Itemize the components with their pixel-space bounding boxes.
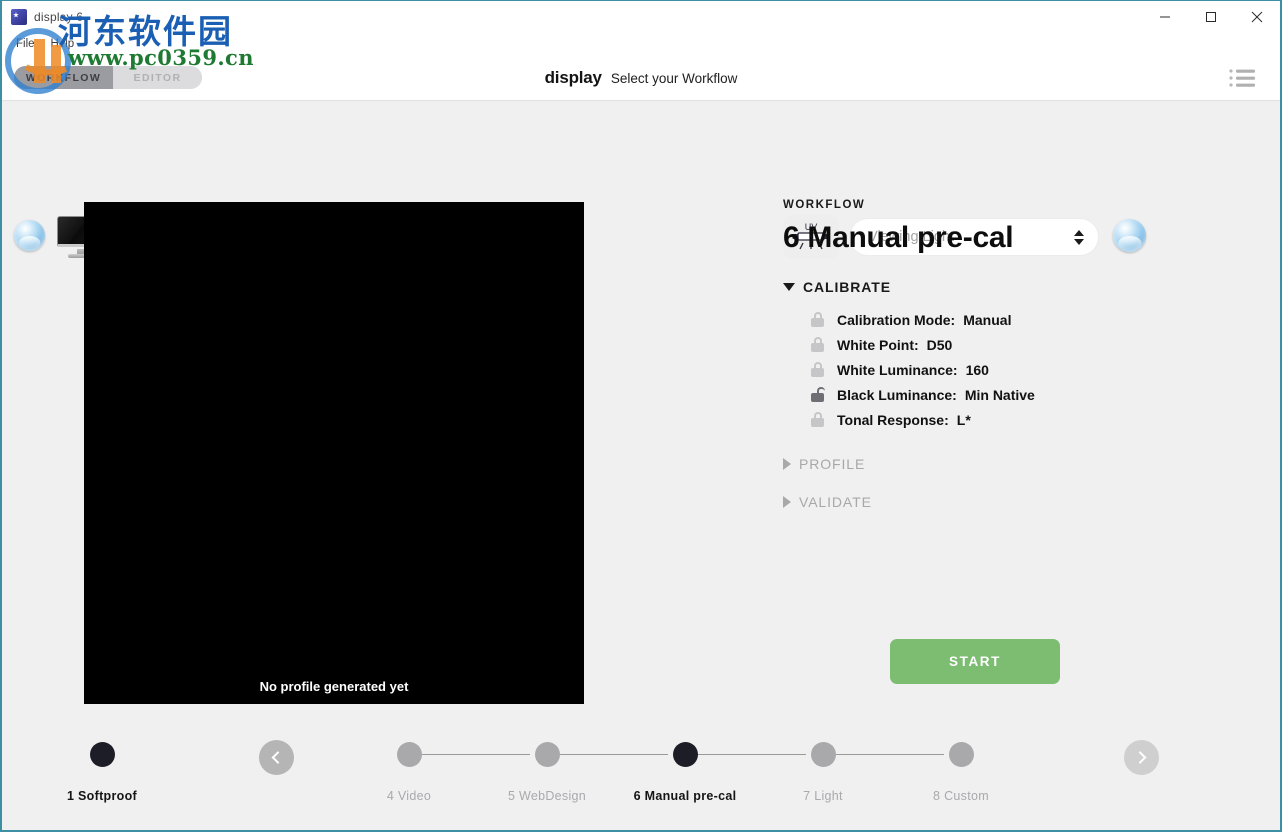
setting-text: White Point: D50 [837, 337, 952, 353]
step-dot [396, 742, 422, 767]
section-profile-label: PROFILE [799, 456, 866, 472]
section-calibrate[interactable]: CALIBRATE [783, 279, 1203, 295]
section-calibrate-label: CALIBRATE [803, 279, 891, 295]
section-validate-label: VALIDATE [799, 494, 872, 510]
maximize-button[interactable] [1188, 1, 1234, 33]
setting-text: Calibration Mode: Manual [837, 312, 1011, 328]
workflow-stepper: 1 Softproof 4 Video 5 WebDesign 6 Manual… [2, 720, 1280, 830]
step-dot [672, 742, 698, 767]
header-subtitle: Select your Workflow [610, 70, 738, 86]
setting-label: White Point: [837, 336, 919, 353]
setting-row[interactable]: White Point: D50 [811, 332, 1203, 357]
setting-value: Manual [963, 311, 1012, 328]
brand-name: display [544, 68, 602, 87]
step-dot [89, 742, 115, 767]
triangle-down-icon [783, 283, 795, 291]
setting-value: 160 [965, 361, 989, 378]
lock-closed-icon[interactable] [811, 337, 824, 352]
setting-label: Calibration Mode: [837, 311, 956, 328]
triangle-right-icon [783, 458, 791, 470]
device-toolbar: PHL 274E5 UV [2, 101, 1280, 259]
minimize-button[interactable] [1142, 1, 1188, 33]
lock-closed-icon[interactable] [811, 312, 824, 327]
title-bar: display 6 [2, 1, 1280, 33]
menu-item-help[interactable]: Help [45, 36, 85, 52]
menu-item-file[interactable]: File [10, 36, 45, 52]
step-item-5-webdesign[interactable]: 5 WebDesign [482, 742, 612, 803]
triangle-right-icon [783, 496, 791, 508]
step-label: 5 WebDesign [507, 789, 587, 803]
page-title: 6 Manual pre-cal [783, 221, 1014, 254]
step-item-4-video[interactable]: 4 Video [344, 742, 474, 803]
section-profile[interactable]: PROFILE [783, 456, 1203, 472]
setting-label: White Luminance: [837, 361, 958, 378]
setting-text: White Luminance: 160 [837, 362, 989, 378]
lock-closed-icon[interactable] [811, 412, 824, 427]
app-header: WORKFLOW EDITOR display Select your Work… [2, 55, 1280, 101]
setting-label: Black Luminance: [837, 386, 957, 403]
setting-value: D50 [926, 336, 953, 353]
step-label: 1 Softproof [67, 789, 137, 803]
chevron-right-icon [1133, 751, 1147, 764]
close-button[interactable] [1234, 1, 1280, 33]
section-validate[interactable]: VALIDATE [783, 494, 1203, 510]
panel-eyebrow: WORKFLOW [783, 199, 866, 211]
lock-open-icon[interactable] [811, 387, 825, 402]
lock-closed-icon[interactable] [811, 362, 824, 377]
stepper-next-button[interactable] [1124, 740, 1159, 775]
setting-row[interactable]: Tonal Response: L* [811, 407, 1203, 432]
step-item-1-softproof[interactable]: 1 Softproof [37, 742, 167, 803]
list-menu-icon[interactable] [1228, 67, 1258, 89]
step-label: 8 Custom [933, 789, 989, 803]
setting-row[interactable]: Black Luminance: Min Native [811, 382, 1203, 407]
setting-text: Black Luminance: Min Native [837, 387, 1035, 403]
menu-bar: File Help [2, 33, 1280, 55]
mode-tabs: WORKFLOW EDITOR [14, 66, 202, 89]
stepper-prev-button[interactable] [259, 740, 294, 775]
chevron-left-icon [271, 751, 285, 764]
step-label: 7 Light [803, 789, 843, 803]
setting-row[interactable]: Calibration Mode: Manual [811, 307, 1203, 332]
step-item-6-manual-pre-cal[interactable]: 6 Manual pre-cal [620, 742, 750, 803]
start-button[interactable]: START [890, 639, 1060, 684]
application-window: display 6 File Help WORKFLOW EDITOR disp… [0, 0, 1282, 832]
left-status-sphere [14, 220, 45, 251]
window-title: display 6 [34, 10, 84, 24]
calibrate-settings-list: Calibration Mode: Manual White Point: D50 … [783, 307, 1203, 432]
step-item-8-custom[interactable]: 8 Custom [896, 742, 1026, 803]
step-dot [534, 742, 560, 767]
tab-editor[interactable]: EDITOR [113, 66, 202, 89]
blue-sphere-icon [14, 220, 45, 251]
setting-value: Min Native [964, 386, 1035, 403]
step-label: 4 Video [386, 789, 432, 803]
setting-row[interactable]: White Luminance: 160 [811, 357, 1203, 382]
workflow-panel: WORKFLOW 6 Manual pre-cal CALIBRATE Cali… [783, 199, 1203, 510]
setting-label: Tonal Response: [837, 411, 949, 428]
app-icon [11, 9, 27, 25]
step-dot [948, 742, 974, 767]
tab-workflow[interactable]: WORKFLOW [14, 66, 113, 89]
setting-value: L* [956, 411, 971, 428]
step-label: 6 Manual pre-cal [633, 789, 737, 803]
profile-preview: No profile generated yet [84, 202, 584, 704]
setting-text: Tonal Response: L* [837, 412, 971, 428]
step-item-7-light[interactable]: 7 Light [758, 742, 888, 803]
preview-caption: No profile generated yet [259, 679, 409, 694]
step-dot [810, 742, 836, 767]
